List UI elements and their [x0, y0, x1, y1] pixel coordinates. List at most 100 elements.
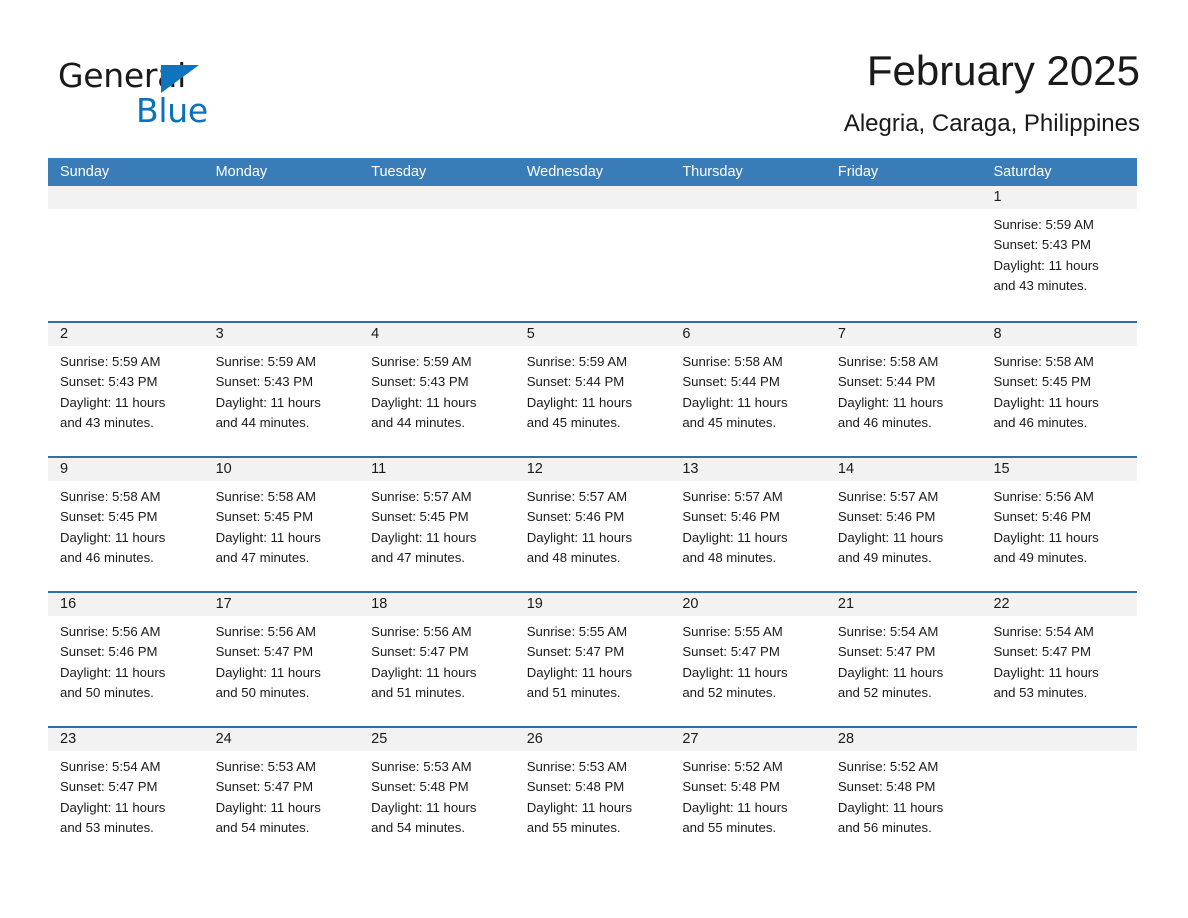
calendar-grid: Sunday Monday Tuesday Wednesday Thursday… [48, 158, 1138, 861]
day-cell[interactable]: 27 Sunrise: 5:52 AM Sunset: 5:48 PM Dayl… [670, 728, 826, 861]
daylight-text-line1: Daylight: 11 hours [993, 394, 1099, 410]
day-cell[interactable]: 14 Sunrise: 5:57 AM Sunset: 5:46 PM Dayl… [825, 458, 982, 591]
sunrise-text: Sunrise: 5:52 AM [837, 759, 939, 774]
day-cell [203, 186, 360, 321]
calendar-page: General Blue February 2025 Alegria, Cara… [0, 0, 1188, 918]
day-cell[interactable]: 5 Sunrise: 5:59 AM Sunset: 5:44 PM Dayli… [514, 323, 671, 456]
sunset-text: Sunset: 5:47 PM [526, 644, 625, 660]
day-number: 15 [981, 458, 1138, 481]
day-number: 12 [514, 458, 671, 481]
daylight-text-line2: and 49 minutes. [993, 549, 1088, 565]
day-cell[interactable]: 12 Sunrise: 5:57 AM Sunset: 5:46 PM Dayl… [514, 458, 671, 591]
sunset-text: Sunset: 5:44 PM [682, 374, 780, 390]
day-number: 17 [203, 593, 360, 616]
daylight-text-line1: Daylight: 11 hours [215, 664, 321, 680]
day-details: Sunrise: 5:52 AM Sunset: 5:48 PM Dayligh… [826, 751, 982, 838]
day-number: 14 [825, 458, 982, 481]
sunrise-text: Sunrise: 5:58 AM [215, 489, 317, 504]
logo-text-blue: Blue [136, 91, 208, 130]
page-header: General Blue February 2025 Alegria, Cara… [48, 44, 1140, 154]
week-row: 2 Sunrise: 5:59 AM Sunset: 5:43 PM Dayli… [48, 321, 1138, 456]
sunrise-text: Sunrise: 5:56 AM [993, 489, 1094, 504]
day-cell[interactable]: 9 Sunrise: 5:58 AM Sunset: 5:45 PM Dayli… [48, 458, 204, 591]
daylight-text-line1: Daylight: 11 hours [837, 529, 944, 545]
day-number: 23 [48, 728, 204, 751]
weekday-header-thursday: Thursday [682, 164, 743, 180]
daylight-text-line2: and 48 minutes. [526, 549, 621, 565]
day-cell[interactable]: 10 Sunrise: 5:58 AM Sunset: 5:45 PM Dayl… [203, 458, 360, 591]
day-number: 4 [359, 323, 515, 346]
sunset-text: Sunset: 5:43 PM [371, 374, 469, 390]
daylight-text-line2: and 47 minutes. [215, 549, 310, 565]
weekday-header-monday: Monday [215, 164, 268, 180]
day-cell[interactable]: 2 Sunrise: 5:59 AM Sunset: 5:43 PM Dayli… [48, 323, 204, 456]
daylight-text-line1: Daylight: 11 hours [993, 257, 1099, 273]
daylight-text-line2: and 49 minutes. [837, 549, 932, 565]
day-number: 25 [359, 728, 515, 751]
week-row: 1 Sunrise: 5:59 AM Sunset: 5:43 PM Dayli… [48, 186, 1138, 321]
day-cell[interactable]: 22 Sunrise: 5:54 AM Sunset: 5:47 PM Dayl… [981, 593, 1138, 726]
day-details: Sunrise: 5:58 AM Sunset: 5:44 PM Dayligh… [670, 346, 826, 433]
sunset-text: Sunset: 5:44 PM [526, 374, 625, 390]
weekday-header-friday: Friday [837, 164, 879, 180]
day-number: 19 [514, 593, 671, 616]
day-cell[interactable]: 16 Sunrise: 5:56 AM Sunset: 5:46 PM Dayl… [48, 593, 204, 726]
sunset-text: Sunset: 5:47 PM [215, 779, 314, 795]
day-details: Sunrise: 5:55 AM Sunset: 5:47 PM Dayligh… [515, 616, 671, 703]
day-number: 3 [203, 323, 360, 346]
day-number: 16 [48, 593, 204, 616]
day-details: Sunrise: 5:58 AM Sunset: 5:45 PM Dayligh… [48, 481, 204, 568]
sunset-text: Sunset: 5:48 PM [526, 779, 625, 795]
day-cell[interactable]: 28 Sunrise: 5:52 AM Sunset: 5:48 PM Dayl… [825, 728, 982, 861]
day-number: 5 [514, 323, 671, 346]
day-cell [359, 186, 515, 321]
sunrise-text: Sunrise: 5:55 AM [682, 624, 783, 639]
sunset-text: Sunset: 5:46 PM [60, 644, 158, 660]
day-cell [981, 728, 1138, 861]
day-number: 6 [670, 323, 826, 346]
day-cell[interactable]: 24 Sunrise: 5:53 AM Sunset: 5:47 PM Dayl… [203, 728, 360, 861]
sunset-text: Sunset: 5:43 PM [60, 374, 158, 390]
day-cell[interactable]: 21 Sunrise: 5:54 AM Sunset: 5:47 PM Dayl… [825, 593, 982, 726]
day-cell[interactable]: 25 Sunrise: 5:53 AM Sunset: 5:48 PM Dayl… [359, 728, 515, 861]
day-cell[interactable]: 8 Sunrise: 5:58 AM Sunset: 5:45 PM Dayli… [981, 323, 1138, 456]
daylight-text-line2: and 51 minutes. [371, 684, 465, 700]
weekday-header-tuesday: Tuesday [371, 164, 427, 180]
day-number: 7 [825, 323, 982, 346]
day-cell[interactable]: 7 Sunrise: 5:58 AM Sunset: 5:44 PM Dayli… [825, 323, 982, 456]
week-row: 16 Sunrise: 5:56 AM Sunset: 5:46 PM Dayl… [48, 591, 1138, 726]
daylight-text-line2: and 52 minutes. [682, 684, 777, 700]
daylight-text-line2: and 45 minutes. [682, 414, 777, 430]
daylight-text-line1: Daylight: 11 hours [837, 394, 944, 410]
day-cell [670, 186, 826, 321]
daylight-text-line2: and 44 minutes. [215, 414, 310, 430]
day-cell[interactable]: 4 Sunrise: 5:59 AM Sunset: 5:43 PM Dayli… [359, 323, 515, 456]
day-cell[interactable]: 18 Sunrise: 5:56 AM Sunset: 5:47 PM Dayl… [359, 593, 515, 726]
day-number: 11 [359, 458, 515, 481]
day-cell[interactable]: 6 Sunrise: 5:58 AM Sunset: 5:44 PM Dayli… [670, 323, 826, 456]
day-cell[interactable]: 19 Sunrise: 5:55 AM Sunset: 5:47 PM Dayl… [514, 593, 671, 726]
day-cell[interactable]: 26 Sunrise: 5:53 AM Sunset: 5:48 PM Dayl… [514, 728, 671, 861]
day-details: Sunrise: 5:59 AM Sunset: 5:43 PM Dayligh… [981, 209, 1137, 296]
sunset-text: Sunset: 5:47 PM [60, 779, 158, 795]
daylight-text-line1: Daylight: 11 hours [526, 394, 633, 410]
day-cell[interactable]: 15 Sunrise: 5:56 AM Sunset: 5:46 PM Dayl… [981, 458, 1138, 591]
sunset-text: Sunset: 5:48 PM [837, 779, 936, 795]
sunrise-text: Sunrise: 5:59 AM [993, 217, 1094, 232]
day-cell[interactable]: 3 Sunrise: 5:59 AM Sunset: 5:43 PM Dayli… [203, 323, 360, 456]
day-cell[interactable]: 23 Sunrise: 5:54 AM Sunset: 5:47 PM Dayl… [48, 728, 204, 861]
daylight-text-line2: and 43 minutes. [60, 414, 154, 430]
day-number: 9 [48, 458, 204, 481]
day-details: Sunrise: 5:56 AM Sunset: 5:47 PM Dayligh… [359, 616, 515, 703]
page-title: February 2025 [866, 47, 1140, 94]
day-cell[interactable]: 17 Sunrise: 5:56 AM Sunset: 5:47 PM Dayl… [203, 593, 360, 726]
day-cell[interactable]: 20 Sunrise: 5:55 AM Sunset: 5:47 PM Dayl… [670, 593, 826, 726]
weekday-header-sunday: Sunday [60, 164, 110, 180]
generalblue-logo[interactable]: General Blue [58, 56, 318, 136]
weekday-header-row: Sunday Monday Tuesday Wednesday Thursday… [48, 158, 1137, 186]
daylight-text-line2: and 52 minutes. [837, 684, 932, 700]
day-cell[interactable]: 13 Sunrise: 5:57 AM Sunset: 5:46 PM Dayl… [670, 458, 826, 591]
day-number [48, 186, 204, 209]
day-cell[interactable]: 1 Sunrise: 5:59 AM Sunset: 5:43 PM Dayli… [981, 186, 1138, 321]
day-cell[interactable]: 11 Sunrise: 5:57 AM Sunset: 5:45 PM Dayl… [359, 458, 515, 591]
